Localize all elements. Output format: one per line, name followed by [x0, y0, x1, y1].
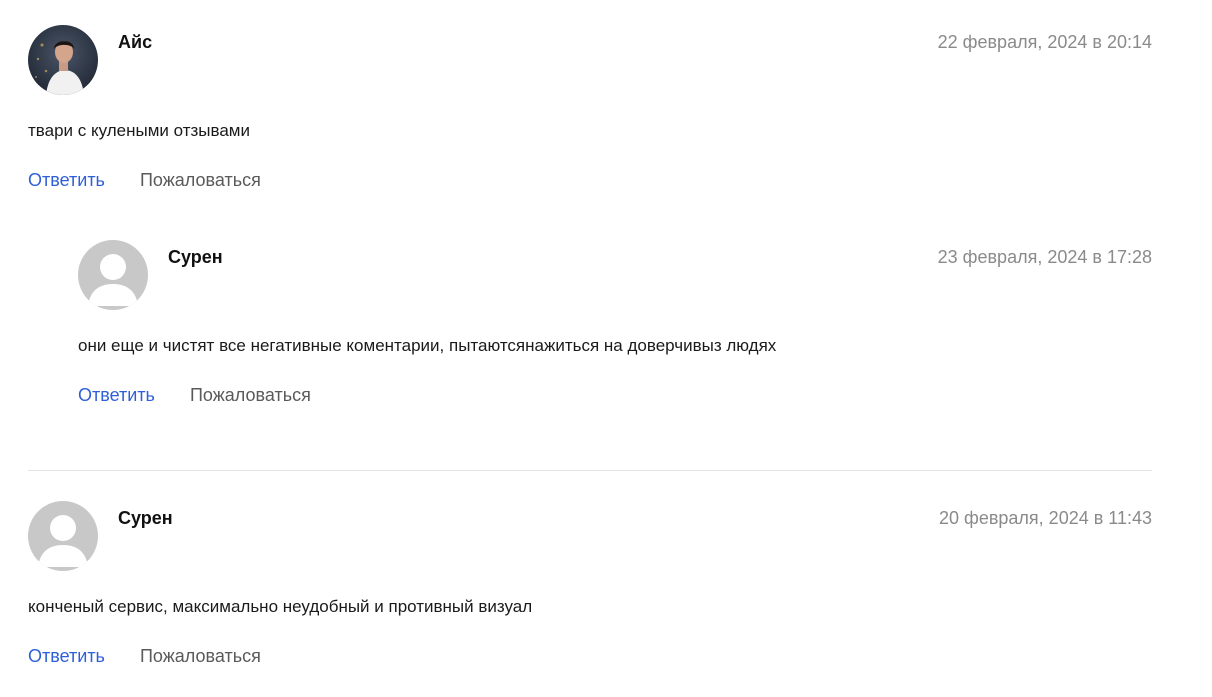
reply-comment-item: Сурен 23 февраля, 2024 в 17:28 они еще и…	[78, 240, 1152, 410]
report-button[interactable]: Пожаловаться	[140, 170, 261, 190]
comment-text: твари с кулеными отзывами	[28, 121, 250, 140]
comment-text: они еще и чистят все негативные коментар…	[78, 336, 777, 355]
default-user-icon	[28, 501, 98, 571]
report-button[interactable]: Пожаловаться	[140, 646, 261, 666]
avatar[interactable]	[28, 25, 98, 95]
author-name: Сурен	[118, 508, 173, 528]
reply-button[interactable]: Ответить	[28, 646, 105, 666]
comment-actions: Ответить Пожаловаться	[78, 385, 311, 406]
avatar[interactable]	[78, 240, 148, 310]
reply-button[interactable]: Ответить	[28, 170, 105, 190]
default-user-icon	[78, 240, 148, 310]
report-button[interactable]: Пожаловаться	[190, 385, 311, 405]
comment-divider	[28, 470, 1152, 471]
comment-date: 23 февраля, 2024 в 17:28	[937, 247, 1152, 267]
avatar[interactable]	[28, 501, 98, 571]
author-name: Сурен	[168, 247, 223, 267]
reply-button[interactable]: Ответить	[78, 385, 155, 405]
comment-item: Сурен 20 февраля, 2024 в 11:43 конченый …	[28, 501, 1152, 676]
author-name: Айс	[118, 32, 153, 52]
comment-date: 22 февраля, 2024 в 20:14	[937, 32, 1152, 52]
comment-actions: Ответить Пожаловаться	[28, 170, 261, 191]
comment-date: 20 февраля, 2024 в 11:43	[939, 508, 1152, 528]
comment-item: Айс 22 февраля, 2024 в 20:14 твари с кул…	[28, 25, 1152, 195]
comment-text: конченый сервис, максимально неудобный и…	[28, 597, 533, 616]
comment-actions: Ответить Пожаловаться	[28, 646, 261, 667]
user-photo-icon	[28, 25, 98, 95]
